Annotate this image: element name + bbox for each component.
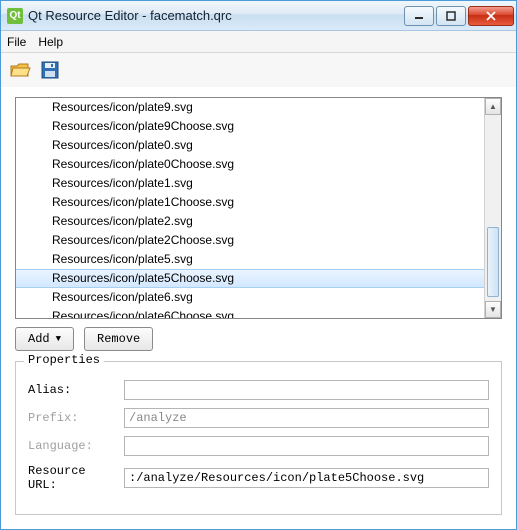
properties-legend: Properties [24, 353, 104, 367]
resource-list[interactable]: Resources/icon/plate9.svgResources/icon/… [15, 97, 502, 319]
remove-button[interactable]: Remove [84, 327, 153, 351]
list-item[interactable]: Resources/icon/plate1.svg [16, 174, 484, 193]
app-window: Qt Qt Resource Editor - facematch.qrc Fi… [0, 0, 517, 530]
scroll-down-icon[interactable]: ▼ [485, 301, 501, 318]
alias-input[interactable] [124, 380, 489, 400]
list-item[interactable]: Resources/icon/plate9.svg [16, 98, 484, 117]
list-item[interactable]: Resources/icon/plate0Choose.svg [16, 155, 484, 174]
close-button[interactable] [468, 6, 514, 26]
remove-button-label: Remove [97, 332, 140, 346]
list-item[interactable]: Resources/icon/plate2.svg [16, 212, 484, 231]
alias-label: Alias: [28, 383, 116, 397]
list-item[interactable]: Resources/icon/plate2Choose.svg [16, 231, 484, 250]
language-input [124, 436, 489, 456]
list-item[interactable]: Resources/icon/plate6.svg [16, 288, 484, 307]
menu-help[interactable]: Help [38, 35, 63, 49]
resource-url-label: Resource URL: [28, 464, 116, 492]
scrollbar[interactable]: ▲ ▼ [484, 98, 501, 318]
scroll-thumb[interactable] [487, 227, 499, 298]
list-item[interactable]: Resources/icon/plate6Choose.svg [16, 307, 484, 319]
list-item[interactable]: Resources/icon/plate5Choose.svg [16, 269, 484, 288]
list-item[interactable]: Resources/icon/plate1Choose.svg [16, 193, 484, 212]
titlebar: Qt Qt Resource Editor - facematch.qrc [1, 1, 516, 31]
save-button[interactable] [37, 57, 63, 83]
floppy-disk-icon [40, 60, 60, 80]
window-title: Qt Resource Editor - facematch.qrc [28, 8, 404, 23]
menu-file[interactable]: File [7, 35, 26, 49]
open-button[interactable] [7, 57, 33, 83]
content-area: Resources/icon/plate9.svgResources/icon/… [1, 87, 516, 529]
prefix-input [124, 408, 489, 428]
prefix-label: Prefix: [28, 411, 116, 425]
app-icon: Qt [7, 8, 23, 24]
list-item[interactable]: Resources/icon/plate0.svg [16, 136, 484, 155]
chevron-down-icon: ▼ [56, 334, 61, 344]
maximize-button[interactable] [436, 6, 466, 26]
properties-panel: Properties Alias: Prefix: Language: Reso… [15, 361, 502, 515]
menubar: File Help [1, 31, 516, 53]
add-button[interactable]: Add ▼ [15, 327, 74, 351]
resource-url-input[interactable] [124, 468, 489, 488]
folder-open-icon [9, 60, 31, 80]
toolbar [1, 53, 516, 87]
language-label: Language: [28, 439, 116, 453]
scroll-up-icon[interactable]: ▲ [485, 98, 501, 115]
list-item[interactable]: Resources/icon/plate9Choose.svg [16, 117, 484, 136]
minimize-button[interactable] [404, 6, 434, 26]
add-button-label: Add [28, 332, 50, 346]
list-item[interactable]: Resources/icon/plate5.svg [16, 250, 484, 269]
